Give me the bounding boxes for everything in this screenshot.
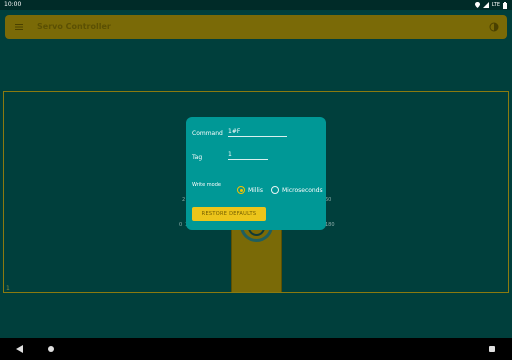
settings-dialog: Command 1#F Tag 1 Write mode Millis Micr…: [186, 117, 326, 230]
status-time: 10:00: [4, 1, 22, 8]
radio-microseconds-indicator[interactable]: [271, 186, 279, 194]
command-label: Command: [192, 130, 223, 137]
hamburger-menu-icon[interactable]: [14, 22, 24, 32]
signal-icon: [482, 2, 489, 8]
panel-corner-label: 1: [6, 285, 10, 292]
tag-input[interactable]: 1: [228, 151, 268, 160]
radio-millis-label: Millis: [248, 186, 263, 194]
status-icons: LTE: [474, 0, 507, 10]
command-input[interactable]: 1#F: [228, 128, 287, 137]
tag-label: Tag: [192, 154, 203, 161]
radio-microseconds[interactable]: Microseconds: [271, 186, 323, 194]
navigation-bar: [0, 338, 512, 360]
status-bar: 10:00 LTE: [0, 0, 512, 10]
scale-label-left-bottom: 0: [179, 222, 183, 228]
app-bar: Servo Controller: [5, 15, 507, 39]
scale-label-right-bottom: 180: [325, 222, 335, 228]
battery-icon: [503, 1, 507, 9]
scale-label-left-top: 2: [182, 197, 186, 203]
lte-icon: LTE: [491, 2, 500, 8]
app-title: Servo Controller: [37, 22, 111, 31]
location-icon: [474, 2, 480, 8]
radio-microseconds-label: Microseconds: [282, 186, 323, 194]
radio-millis-indicator[interactable]: [237, 186, 245, 194]
back-icon[interactable]: [16, 345, 23, 353]
home-icon[interactable]: [48, 346, 54, 352]
restore-defaults-button[interactable]: RESTORE DEFAULTS: [192, 207, 266, 221]
radio-millis[interactable]: Millis: [237, 186, 263, 194]
brightness-icon[interactable]: [489, 22, 499, 32]
recents-icon[interactable]: [489, 346, 495, 352]
write-mode-label: Write mode: [192, 182, 221, 188]
